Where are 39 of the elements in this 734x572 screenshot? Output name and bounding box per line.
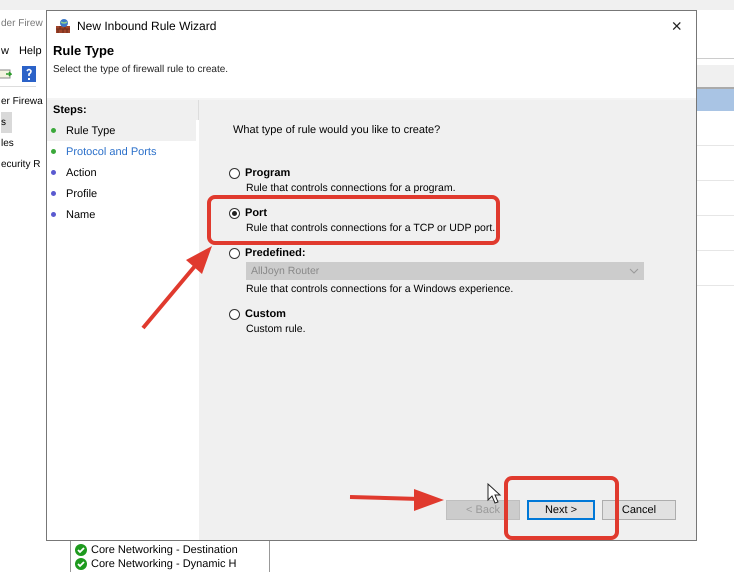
option-label[interactable]: Port xyxy=(245,207,267,219)
step-item[interactable]: Protocol and Ports xyxy=(47,141,196,162)
step-item[interactable]: Rule Type xyxy=(47,120,196,141)
properties-icon[interactable] xyxy=(0,67,12,81)
question-text: What type of rule would you like to create? xyxy=(233,124,442,136)
firewall-icon xyxy=(55,18,71,34)
rule-name[interactable]: Core Networking - Dynamic H xyxy=(91,558,236,570)
close-button[interactable]: × xyxy=(667,16,686,36)
tree-item[interactable]: les xyxy=(1,133,14,154)
checkmark-icon xyxy=(75,544,87,556)
steps-heading: Steps: xyxy=(47,100,199,120)
checkmark-icon xyxy=(75,558,87,570)
radio-button[interactable] xyxy=(229,168,240,178)
page-subtitle: Select the type of firewall rule to create. xyxy=(53,64,230,75)
rule-name[interactable]: Core Networking - Destination xyxy=(91,544,238,556)
tree-item[interactable]: ecurity R xyxy=(1,154,40,175)
step-item[interactable]: Profile xyxy=(47,183,196,204)
page-title: Rule Type xyxy=(53,43,116,58)
option-description: Custom rule. xyxy=(246,323,307,335)
help-icon[interactable] xyxy=(22,66,36,82)
option-description: Rule that controls connections for a Windows experience. xyxy=(246,283,514,295)
menu-item[interactable]: Help xyxy=(18,45,42,57)
option-description: Rule that controls connections for a program. xyxy=(246,182,457,194)
radio-button[interactable] xyxy=(229,208,240,218)
option-description: Rule that controls connections for a TCP or UDP port. xyxy=(246,222,496,234)
radio-button[interactable] xyxy=(229,308,240,320)
tree-item[interactable]: s xyxy=(1,112,12,133)
cursor-icon xyxy=(488,482,502,504)
step-item[interactable]: Action xyxy=(47,162,196,183)
step-item[interactable]: Name xyxy=(47,204,196,225)
option-label[interactable]: Custom xyxy=(245,308,286,320)
menu-item[interactable]: w xyxy=(1,45,9,57)
option-label[interactable]: Program xyxy=(245,167,290,179)
wizard-button[interactable]: Cancel xyxy=(602,500,676,520)
tree-item[interactable]: er Firewa xyxy=(1,91,43,112)
window-title: der Firew xyxy=(0,17,43,31)
window-title: New Inbound Rule Wizard xyxy=(77,19,218,33)
caret-icon xyxy=(629,268,639,274)
wizard-button[interactable]: Next > xyxy=(527,500,595,520)
